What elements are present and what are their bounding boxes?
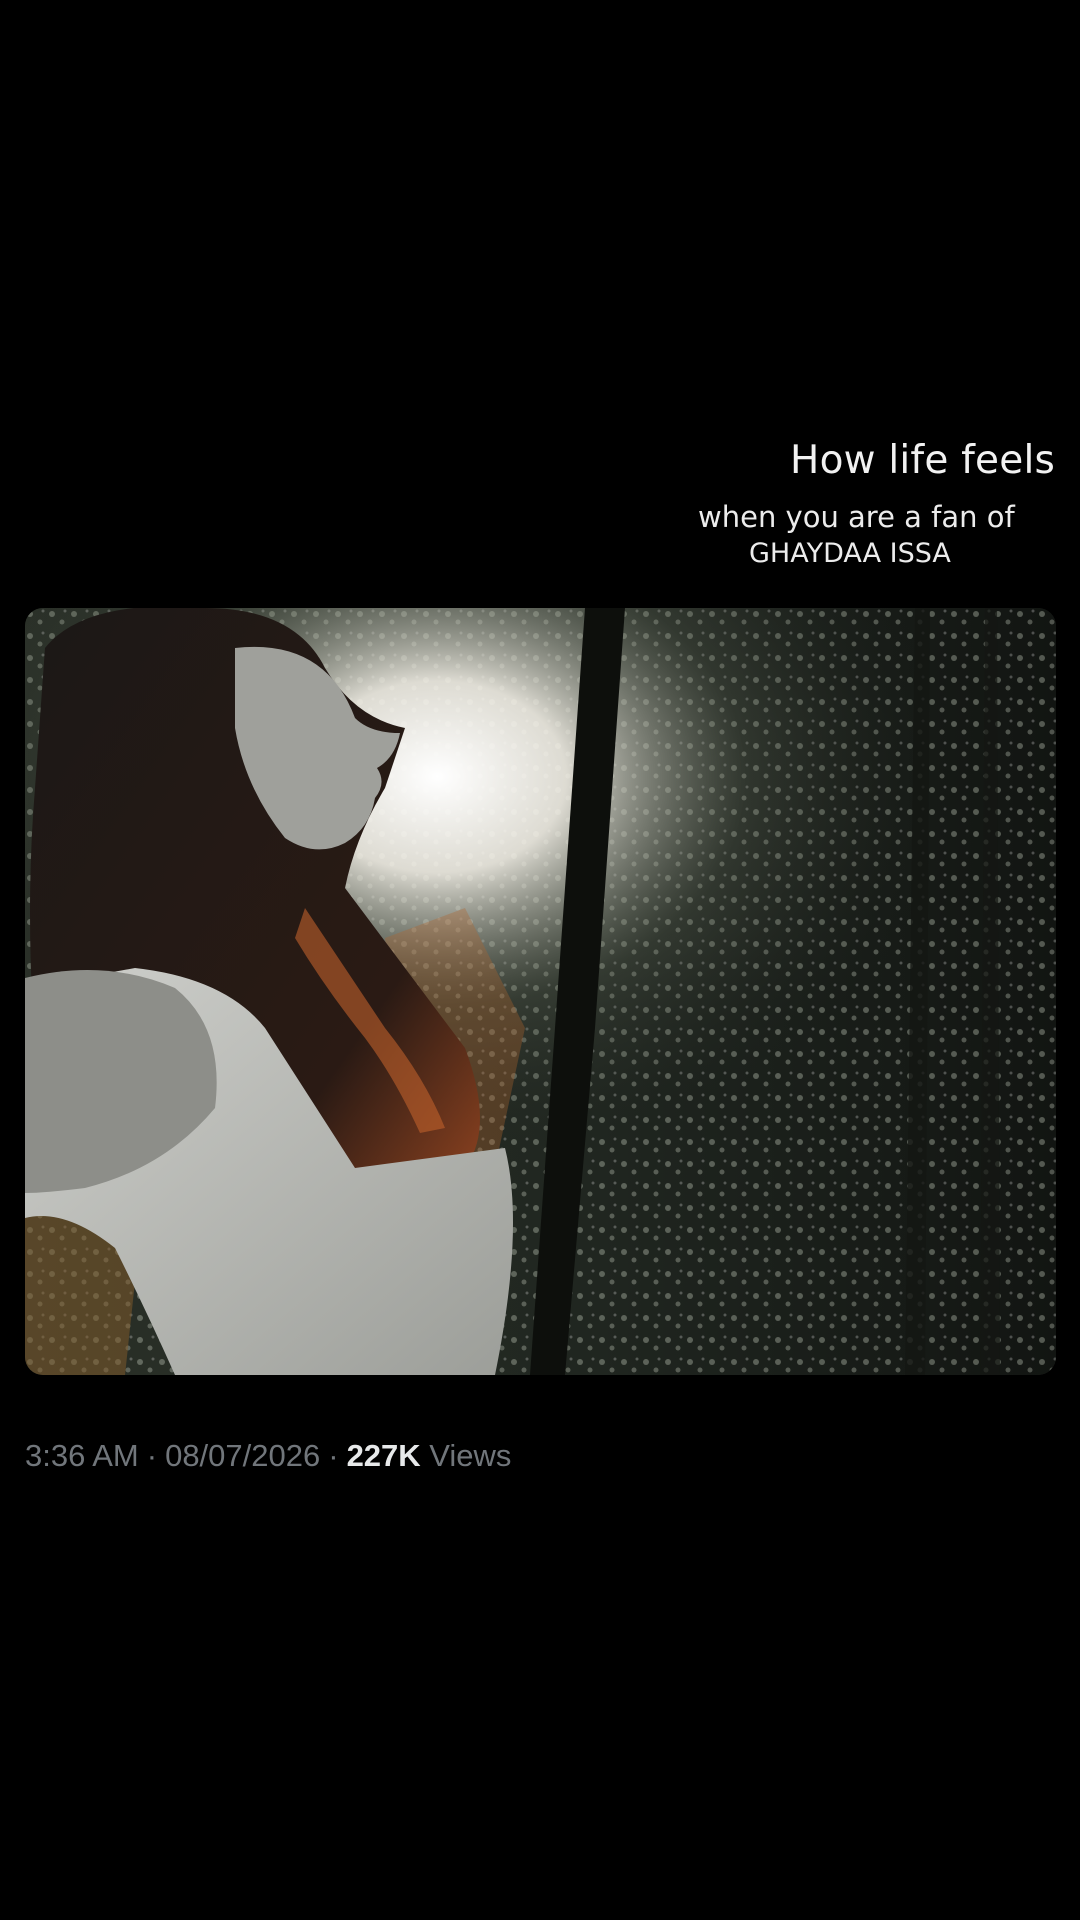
- views-count[interactable]: 227K: [347, 1438, 421, 1473]
- views-label[interactable]: Views: [429, 1438, 511, 1473]
- meta-separator: ·: [146, 1438, 158, 1473]
- meta-separator: ·: [328, 1438, 339, 1473]
- caption-line-artist: GHAYDAA ISSA: [749, 538, 951, 569]
- photo-woman-in-forest-icon: [25, 608, 1056, 1375]
- caption-title: How life feels: [790, 438, 1055, 483]
- post-date: 08/07/2026: [165, 1438, 321, 1473]
- caption-line-fan-of: when you are a fan of: [698, 500, 1015, 534]
- post-time: 3:36 AM: [25, 1438, 139, 1473]
- post-meta-line: 3:36 AM · 08/07/2026 · 227K Views: [25, 1438, 511, 1474]
- post-photo[interactable]: [25, 608, 1056, 1375]
